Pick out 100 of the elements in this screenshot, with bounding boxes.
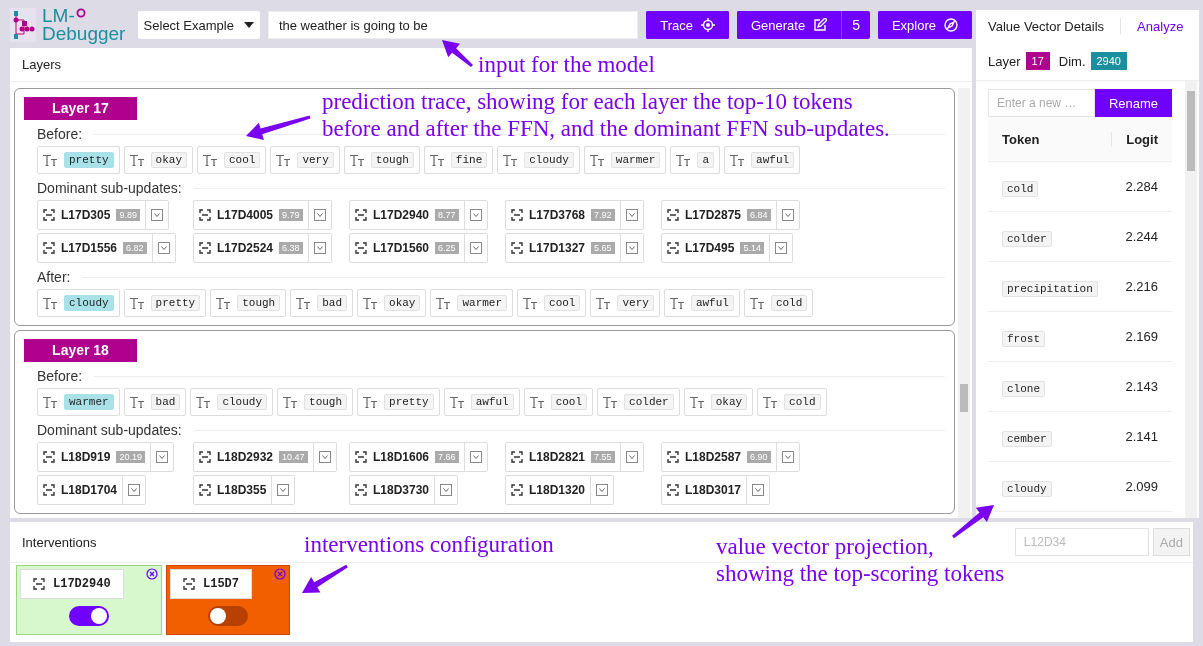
token-chip[interactable]: cold bbox=[743, 289, 814, 317]
sub-update-name[interactable]: L17D1560 bbox=[373, 241, 430, 255]
prompt-input[interactable]: the weather is going to be bbox=[267, 11, 639, 39]
token-chip[interactable]: cloudy bbox=[190, 388, 274, 416]
layer-badge: Layer 18 bbox=[24, 339, 137, 362]
token-label: precipitation bbox=[1002, 280, 1098, 297]
token-label: clone bbox=[1002, 380, 1045, 397]
tab[interactable]: Analyze bbox=[1131, 18, 1190, 34]
generate-count[interactable]: 5 bbox=[841, 11, 870, 39]
intervention-field[interactable]: L12D34 bbox=[1014, 528, 1149, 556]
token-chip[interactable]: cool bbox=[197, 146, 267, 174]
column-header: Token bbox=[1002, 131, 1113, 147]
rename-button[interactable]: Rename bbox=[1095, 89, 1172, 117]
logit-value: 2.169 bbox=[1125, 329, 1158, 344]
token-chip[interactable]: bad bbox=[290, 289, 354, 317]
sub-update-name[interactable]: L18D3017 bbox=[685, 483, 742, 497]
sub-update-name[interactable]: L17D4005 bbox=[217, 208, 274, 222]
tab[interactable]: Value Vector Details bbox=[982, 18, 1111, 34]
token-chip[interactable]: cloudy bbox=[497, 146, 580, 174]
sub-update-name[interactable]: L17D2940 bbox=[373, 208, 430, 222]
score-badge: 7.55 bbox=[591, 451, 615, 463]
token-chip[interactable]: cool bbox=[523, 388, 594, 416]
sub-update-name[interactable]: L18D355 bbox=[217, 483, 267, 497]
token-chip[interactable]: cold bbox=[757, 388, 827, 416]
sub-update-name[interactable]: L18D1320 bbox=[529, 483, 586, 497]
token-chip[interactable]: pretty bbox=[357, 388, 440, 416]
token-chip[interactable]: very bbox=[270, 146, 340, 174]
token-chip[interactable]: awful bbox=[724, 146, 801, 174]
sub-update-name[interactable]: L18D1704 bbox=[61, 483, 118, 497]
sub-update-name[interactable]: L17D495 bbox=[685, 241, 735, 255]
token-label: okay bbox=[384, 295, 421, 311]
token-label: fine bbox=[450, 152, 488, 168]
token-chip[interactable]: awful bbox=[443, 388, 520, 416]
section-label: Before: bbox=[37, 368, 83, 384]
score-badge: 7.92 bbox=[591, 209, 615, 221]
sub-update-name[interactable]: L17D2524 bbox=[217, 241, 274, 255]
sub-update-name[interactable]: L17D1556 bbox=[61, 241, 118, 255]
score-badge: 6.38 bbox=[279, 242, 303, 254]
token-chip[interactable]: okay bbox=[123, 146, 193, 174]
sub-update-name[interactable]: L18D2932 bbox=[217, 450, 274, 464]
dim-label: Dim. bbox=[1058, 53, 1086, 69]
annotation-text: prediction trace, showing for each layer the top-10 tokens before and after the FFN, and the dominant FFN sub-updates. bbox=[322, 88, 890, 142]
score-badge: 9.79 bbox=[279, 209, 303, 221]
section-label: Before: bbox=[37, 126, 83, 142]
sub-update-name[interactable]: L18D2587 bbox=[685, 450, 742, 464]
token-chip[interactable]: awful bbox=[663, 289, 740, 317]
token-label: cool bbox=[550, 394, 588, 410]
sub-update-name[interactable]: L18D3730 bbox=[373, 483, 430, 497]
section-label: Dominant sub-updates: bbox=[37, 180, 182, 196]
token-chip[interactable]: tough bbox=[343, 146, 420, 174]
score-badge: 6.82 bbox=[123, 242, 147, 254]
layer-badge: 17 bbox=[1025, 52, 1050, 70]
token-label: okay bbox=[150, 152, 187, 168]
sub-update-name[interactable]: L17D1327 bbox=[529, 241, 586, 255]
sub-update-name[interactable]: L17D305 bbox=[61, 208, 111, 222]
token-label: warmer bbox=[457, 295, 508, 311]
panel-title: Interventions bbox=[22, 534, 97, 550]
annotation-text: value vector projection, showing the top-scoring tokens bbox=[716, 533, 1005, 587]
explore-button[interactable]: Explore bbox=[877, 11, 972, 39]
logo-text: LM- bbox=[42, 7, 75, 25]
example-dropdown[interactable]: Select Example bbox=[137, 11, 260, 39]
token-chip[interactable]: cool bbox=[517, 289, 587, 317]
token-chip[interactable]: bad bbox=[123, 388, 187, 416]
sub-update-name[interactable]: L17D3768 bbox=[529, 208, 586, 222]
score-badge: 5.14 bbox=[740, 242, 764, 254]
token-label: tough bbox=[237, 295, 281, 311]
token-label: cool bbox=[544, 295, 581, 311]
score-badge: 5.65 bbox=[591, 242, 615, 254]
token-chip[interactable]: fine bbox=[423, 146, 494, 174]
sub-update-name[interactable]: L18D919 bbox=[61, 450, 111, 464]
section-label: After: bbox=[37, 269, 71, 285]
token-label: colder bbox=[1002, 230, 1052, 247]
token-chip[interactable]: tough bbox=[210, 289, 287, 317]
token-chip[interactable]: pretty bbox=[123, 289, 207, 317]
token-chip[interactable]: okay bbox=[357, 289, 427, 317]
token-chip[interactable]: cloudy bbox=[37, 289, 120, 317]
dim-badge: 2940 bbox=[1090, 52, 1127, 70]
logit-value: 2.099 bbox=[1125, 479, 1158, 494]
sub-update-name[interactable]: L17D2875 bbox=[685, 208, 742, 222]
sub-update-name[interactable]: L18D2821 bbox=[529, 450, 586, 464]
token-label: awful bbox=[690, 295, 734, 311]
token-chip[interactable]: colder bbox=[597, 388, 680, 416]
token-chip[interactable]: warmer bbox=[430, 289, 514, 317]
token-chip[interactable]: tough bbox=[277, 388, 354, 416]
token-label: a bbox=[697, 152, 715, 168]
token-label: okay bbox=[710, 394, 748, 410]
rename-field[interactable]: Enter a new … bbox=[988, 89, 1095, 117]
token-chip[interactable]: pretty bbox=[37, 146, 120, 174]
token-chip[interactable]: warmer bbox=[583, 146, 667, 174]
token-chip[interactable]: very bbox=[590, 289, 660, 317]
token-label: cold bbox=[784, 394, 821, 410]
token-chip[interactable]: a bbox=[670, 146, 721, 174]
sub-update-name[interactable]: L18D1606 bbox=[373, 450, 430, 464]
layer-badge: Layer 17 bbox=[24, 97, 137, 120]
token-chip[interactable]: warmer bbox=[37, 388, 120, 416]
token-label: cloudy bbox=[64, 295, 114, 311]
trace-button[interactable]: Trace bbox=[646, 11, 729, 39]
token-label: pretty bbox=[150, 295, 201, 311]
token-chip[interactable]: okay bbox=[683, 388, 754, 416]
token-label: cember bbox=[1002, 430, 1052, 447]
